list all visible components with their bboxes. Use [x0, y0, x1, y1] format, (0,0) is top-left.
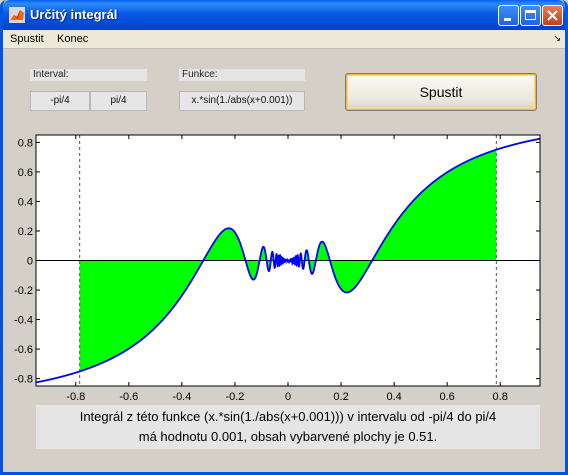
x-tick-label: -0.6	[119, 391, 138, 403]
x-tick-label: 0.4	[386, 391, 401, 403]
result-text: Integrál z této funkce (x.*sin(1./abs(x+…	[36, 405, 540, 449]
y-tick-label: -0.2	[14, 285, 33, 297]
integral-plot: 0.8 0.6 0.4 0.2 0 -0.2 -0.4 -0.6 -0.8 -0.8 -0.6 -0.…	[14, 134, 541, 403]
x-tick-label: -0.2	[225, 391, 244, 403]
x-tick-label: 0.2	[333, 391, 348, 403]
y-tick-label: -0.4	[14, 315, 33, 327]
y-tick-label: 0	[27, 256, 33, 268]
x-tick-label: -0.4	[172, 391, 191, 403]
result-line-1: Integrál z této funkce (x.*sin(1./abs(x+…	[79, 409, 497, 424]
y-tick-label: -0.6	[14, 344, 33, 356]
y-tick-label: 0.2	[18, 226, 33, 238]
x-tick-label: 0.8	[493, 391, 508, 403]
y-tick-label: 0.4	[18, 196, 33, 208]
result-line-2: má hodnotu 0.001, obsah vybarvené plochy…	[138, 429, 438, 444]
y-tick-label: 0.6	[18, 167, 33, 179]
y-tick-label: 0.8	[18, 137, 33, 149]
x-tick-label: 0.6	[440, 391, 455, 403]
x-tick-label: -0.8	[66, 391, 85, 403]
main-window: Určitý integrál Spustit Konec ↘ Interval…	[0, 0, 568, 475]
x-tick-label: 0	[285, 391, 291, 403]
y-tick-label: -0.8	[14, 374, 33, 386]
